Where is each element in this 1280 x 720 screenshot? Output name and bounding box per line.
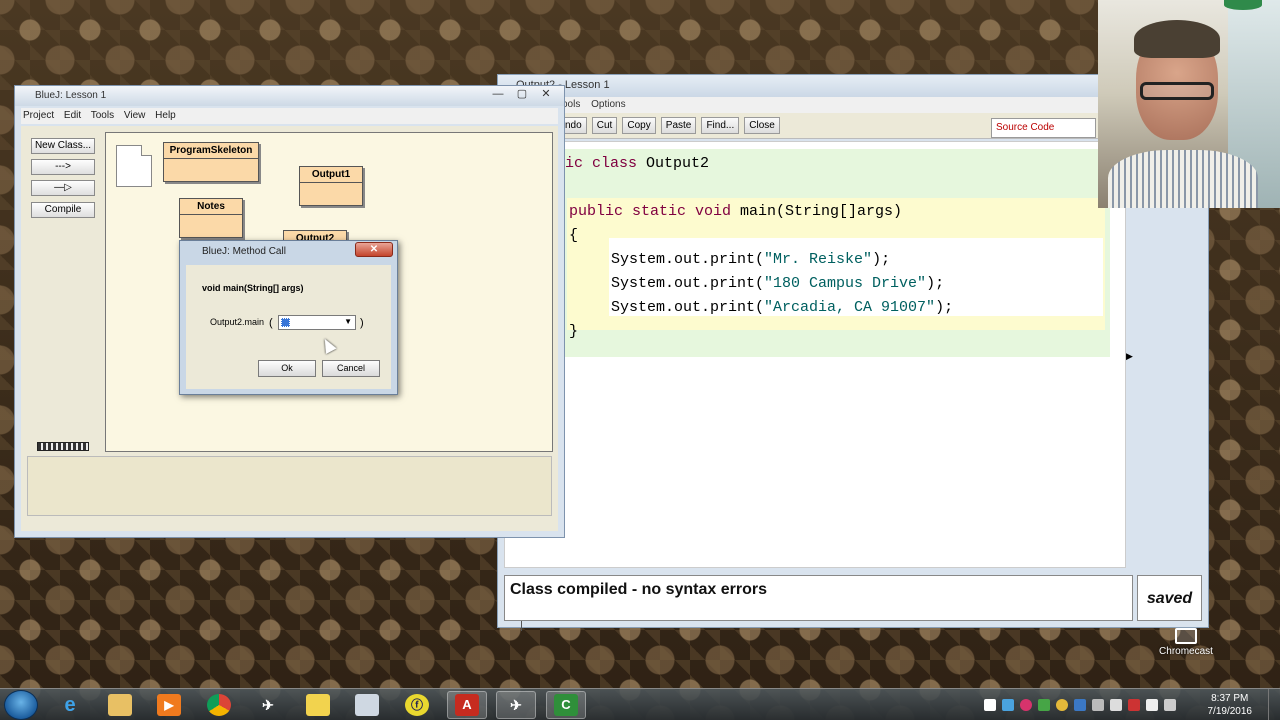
file-explorer-icon[interactable] xyxy=(100,691,140,719)
tray-icon-5[interactable] xyxy=(1056,699,1068,711)
close-icon[interactable]: ✕ xyxy=(534,86,558,102)
cancel-button[interactable]: Cancel xyxy=(322,360,380,377)
notes-icon[interactable] xyxy=(298,691,338,719)
code-line-print-1: System.out.print("Mr. Reiske"); xyxy=(611,251,891,268)
show-desktop-button[interactable] xyxy=(1268,689,1280,720)
camtasia-icon[interactable]: C xyxy=(546,691,586,719)
cut-button[interactable]: Cut xyxy=(591,117,618,134)
calculator-icon[interactable] xyxy=(347,691,387,719)
menu-view[interactable]: View xyxy=(124,110,146,121)
menu-help[interactable]: Help xyxy=(155,110,176,121)
acrobat-icon[interactable]: A xyxy=(447,691,487,719)
tray-icon-8[interactable] xyxy=(1110,699,1122,711)
media-player-icon[interactable]: ▶ xyxy=(149,691,189,719)
taskbar: e ▶ ✈ ⓕ A ✈ C 8:37 PM 7/19/2016 xyxy=(0,688,1280,720)
open-paren: ( xyxy=(269,317,273,329)
clock-date: 7/19/2016 xyxy=(1207,706,1253,717)
menu-options[interactable]: Options xyxy=(591,99,625,110)
menu-tools[interactable]: Tools xyxy=(91,110,114,121)
window-controls: — ▢ ✕ xyxy=(486,86,558,102)
compile-button[interactable]: Compile xyxy=(31,202,95,218)
chromecast-icon xyxy=(1175,628,1197,644)
bluej-bird-icon[interactable]: ✈ xyxy=(248,691,288,719)
minimize-icon[interactable]: — xyxy=(486,86,510,102)
menu-edit[interactable]: Edit xyxy=(64,110,81,121)
clock-time: 8:37 PM xyxy=(1211,693,1249,704)
chrome-icon[interactable] xyxy=(199,691,239,719)
find-button[interactable]: Find... xyxy=(701,117,740,134)
start-button[interactable] xyxy=(4,690,38,720)
dialog-body: void main(String[] args) Output2.main ( … xyxy=(186,265,391,389)
inheritance-arrow-button[interactable]: —▷ xyxy=(31,180,95,196)
method-call-dialog: BlueJ: Method Call ✕ void main(String[] … xyxy=(179,240,398,395)
chromecast-desktop-icon[interactable]: Chromecast xyxy=(1154,628,1218,657)
paste-button[interactable]: Paste xyxy=(660,117,697,134)
new-class-button[interactable]: New Class... xyxy=(31,138,95,154)
tray-icon-6[interactable] xyxy=(1074,699,1086,711)
class-notes[interactable]: Notes xyxy=(179,198,243,238)
network-icon[interactable] xyxy=(1128,699,1140,711)
dialog-close-icon[interactable]: ✕ xyxy=(355,242,393,257)
copy-button[interactable]: Copy xyxy=(622,117,656,134)
app-icon[interactable]: ⓕ xyxy=(397,691,437,719)
tray-icon-7[interactable] xyxy=(1092,699,1104,711)
code-line-open-brace: { xyxy=(569,227,579,244)
code-line-print-2: System.out.print("180 Campus Drive"); xyxy=(611,275,945,292)
selected-text xyxy=(281,318,290,327)
close-paren: ) xyxy=(360,317,364,329)
machine-status-indicator xyxy=(37,442,89,451)
code-line-close-brace: } xyxy=(569,323,579,340)
call-label: Output2.main xyxy=(210,317,265,327)
saved-indicator: saved xyxy=(1137,575,1202,621)
tray-icon-3[interactable] xyxy=(1020,699,1032,711)
tray-icon-2[interactable] xyxy=(1002,699,1014,711)
class-output1[interactable]: Output1 xyxy=(299,166,363,206)
action-center-icon[interactable] xyxy=(1164,699,1176,711)
chromecast-label: Chromecast xyxy=(1159,646,1213,657)
code-line-main: public static void main(String[]args) xyxy=(569,203,903,220)
tray-icon-1[interactable] xyxy=(984,699,996,711)
argument-combobox[interactable]: ▼ xyxy=(278,315,356,330)
clock[interactable]: 8:37 PM 7/19/2016 xyxy=(1208,692,1253,718)
object-bench xyxy=(27,456,552,516)
splitter-arrow-icon: ▶ xyxy=(1126,351,1133,361)
menu-project[interactable]: Project xyxy=(23,110,54,121)
dialog-title: BlueJ: Method Call xyxy=(202,246,286,257)
bluej-menubar: Project Edit Tools View Help xyxy=(21,108,558,124)
compile-status: Class compiled - no syntax errors xyxy=(504,575,1133,621)
code-line-class: ic class Output2 xyxy=(565,155,710,172)
volume-icon[interactable] xyxy=(1146,699,1158,711)
dependency-arrow-button[interactable]: ---> xyxy=(31,159,95,175)
maximize-icon[interactable]: ▢ xyxy=(510,86,534,102)
system-tray: 8:37 PM 7/19/2016 xyxy=(980,689,1280,720)
bluej-taskbar-icon[interactable]: ✈ xyxy=(496,691,536,719)
dialog-titlebar: BlueJ: Method Call ✕ xyxy=(180,241,397,263)
method-signature: void main(String[] args) xyxy=(202,283,304,293)
readme-icon[interactable] xyxy=(116,145,152,187)
code-editor[interactable]: ic class Output2 public static void main… xyxy=(504,141,1126,631)
view-selector[interactable]: Source Code xyxy=(991,118,1096,138)
tray-icon-4[interactable] xyxy=(1038,699,1050,711)
webcam-overlay xyxy=(1098,0,1280,208)
chevron-down-icon[interactable]: ▼ xyxy=(344,317,352,326)
ok-button[interactable]: Ok xyxy=(258,360,316,377)
code-line-print-3: System.out.print("Arcadia, CA 91007"); xyxy=(611,299,954,316)
internet-explorer-icon[interactable]: e xyxy=(50,691,90,719)
class-programskeleton[interactable]: ProgramSkeleton xyxy=(163,142,259,182)
bluej-titlebar: BlueJ: Lesson 1 xyxy=(15,86,564,106)
close-button[interactable]: Close xyxy=(744,117,780,134)
